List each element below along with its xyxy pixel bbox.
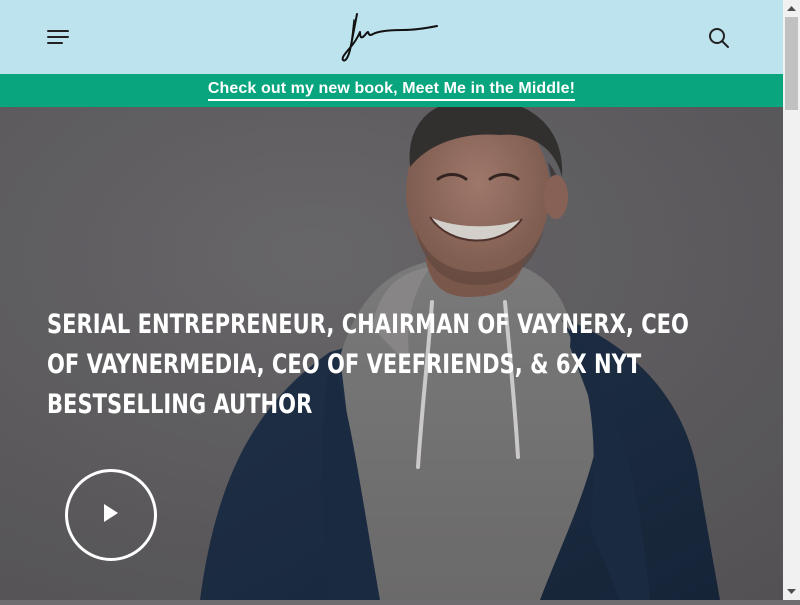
scroll-down-arrow-icon[interactable] [783, 583, 800, 600]
play-video-button[interactable] [65, 469, 157, 561]
promo-banner: Check out my new book, Meet Me in the Mi… [0, 74, 783, 107]
book-promo-link[interactable]: Check out my new book, Meet Me in the Mi… [207, 80, 576, 101]
hero-headline: Serial Entrepreneur, Chairman of VaynerX… [47, 309, 689, 420]
page-scrollbar[interactable] [783, 0, 800, 600]
signature-logo[interactable] [339, 10, 443, 66]
play-icon [104, 504, 118, 522]
scroll-up-arrow-icon[interactable] [783, 0, 800, 17]
hero-section: Serial Entrepreneur, Chairman of VaynerX… [0, 107, 783, 600]
hamburger-menu-icon[interactable] [47, 30, 69, 46]
search-icon[interactable] [708, 27, 730, 49]
scrollbar-thumb[interactable] [785, 17, 798, 110]
site-header [0, 0, 783, 74]
